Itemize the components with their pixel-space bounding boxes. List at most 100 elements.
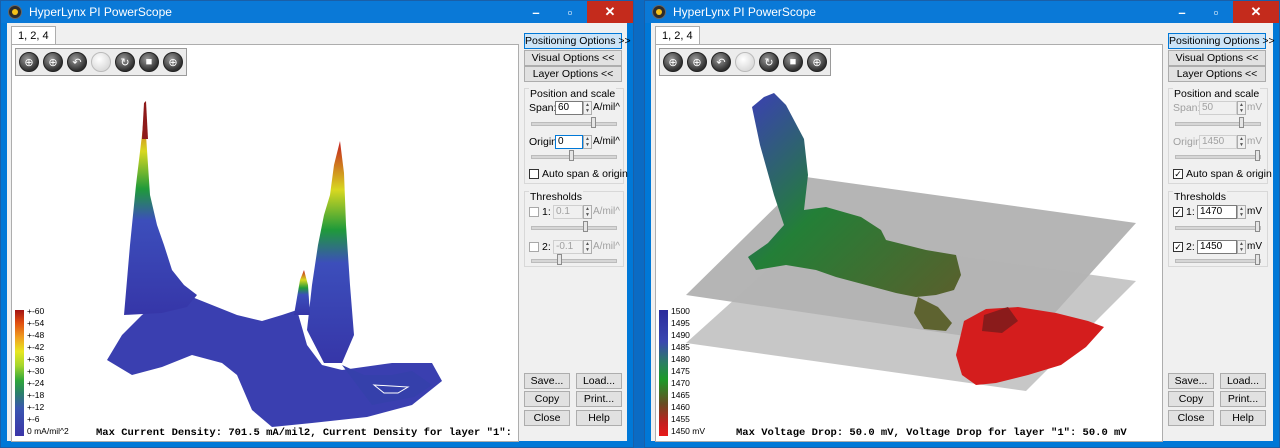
- threshold2-input[interactable]: 1450: [1197, 240, 1237, 254]
- threshold2-checkbox[interactable]: ✓: [1173, 242, 1183, 252]
- origin-spinner[interactable]: ▲ ▼: [583, 135, 592, 149]
- close-window-button[interactable]: ✕: [1233, 1, 1279, 23]
- zoom-icon[interactable]: ⊕: [663, 52, 683, 72]
- slider-thumb[interactable]: [1255, 150, 1260, 161]
- options-panel: Positioning Options >> Visual Options <<…: [1168, 23, 1275, 443]
- blank-tool-icon[interactable]: [735, 52, 755, 72]
- threshold1-slider[interactable]: [1175, 221, 1261, 232]
- close-button[interactable]: Close: [1168, 410, 1214, 426]
- help-button[interactable]: Help: [1220, 410, 1266, 426]
- tab-layers[interactable]: 1, 2, 4: [11, 26, 56, 45]
- close-button[interactable]: Close: [524, 410, 570, 426]
- threshold1-spinner[interactable]: ▲ ▼: [1237, 205, 1246, 219]
- rotate-icon[interactable]: ↶: [67, 52, 87, 72]
- legend-label: +-60: [27, 306, 45, 316]
- threshold2-slider[interactable]: [1175, 254, 1261, 265]
- span-slider[interactable]: [1175, 117, 1261, 128]
- help-button[interactable]: Help: [576, 410, 622, 426]
- slider-thumb[interactable]: [1255, 221, 1260, 232]
- threshold1-checkbox[interactable]: ✓: [1173, 207, 1183, 217]
- close-window-button[interactable]: ✕: [587, 1, 633, 23]
- stop-icon[interactable]: ■: [783, 52, 803, 72]
- slider-thumb[interactable]: [569, 150, 574, 161]
- positioning-options-button[interactable]: Positioning Options >>: [1168, 33, 1275, 49]
- surface-peak-left: [124, 105, 197, 315]
- span-input[interactable]: 60: [555, 101, 583, 115]
- rotate-icon[interactable]: ↶: [711, 52, 731, 72]
- pan-icon[interactable]: ⊕: [43, 52, 63, 72]
- origin-spinner[interactable]: ▲ ▼: [1237, 135, 1246, 149]
- save-button[interactable]: Save...: [1168, 373, 1214, 389]
- stop-icon[interactable]: ■: [139, 52, 159, 72]
- threshold1-unit: mV: [1247, 206, 1262, 217]
- span-input[interactable]: 50: [1199, 101, 1237, 115]
- threshold1-input[interactable]: 1470: [1197, 205, 1237, 219]
- options-panel: Positioning Options >> Visual Options <<…: [524, 23, 631, 443]
- save-button[interactable]: Save...: [524, 373, 570, 389]
- load-button[interactable]: Load...: [576, 373, 622, 389]
- fit-icon[interactable]: ⊕: [807, 52, 827, 72]
- positioning-options-button[interactable]: Positioning Options >>: [524, 33, 631, 49]
- copy-button[interactable]: Copy: [1168, 391, 1214, 407]
- legend-label: 1455: [671, 414, 690, 424]
- title-bar[interactable]: HyperLynx PI PowerScope – ▫ ✕: [1, 1, 633, 23]
- pan-icon[interactable]: ⊕: [687, 52, 707, 72]
- threshold1-checkbox[interactable]: [529, 207, 539, 217]
- threshold1-input[interactable]: 0.1: [553, 205, 583, 219]
- layer-options-button[interactable]: Layer Options <<: [1168, 66, 1266, 82]
- print-button[interactable]: Print...: [1220, 391, 1266, 407]
- origin-input[interactable]: 0: [555, 135, 583, 149]
- legend-label: +-42: [27, 342, 45, 352]
- title-bar[interactable]: HyperLynx PI PowerScope – ▫ ✕: [645, 1, 1279, 23]
- legend-label: 1465: [671, 390, 690, 400]
- reset-view-icon[interactable]: ↻: [115, 52, 135, 72]
- blank-tool-icon[interactable]: [91, 52, 111, 72]
- surface-base: [107, 295, 442, 427]
- origin-unit: mV: [1247, 136, 1262, 147]
- span-spinner[interactable]: ▲ ▼: [1237, 101, 1246, 115]
- copy-button[interactable]: Copy: [524, 391, 570, 407]
- reset-view-icon[interactable]: ↻: [759, 52, 779, 72]
- origin-slider[interactable]: [531, 150, 617, 161]
- origin-input[interactable]: 1450: [1199, 135, 1237, 149]
- group-title: Thresholds: [1173, 191, 1227, 203]
- threshold2-input[interactable]: -0.1: [553, 240, 583, 254]
- threshold1-spinner[interactable]: ▲ ▼: [583, 205, 592, 219]
- threshold2-checkbox[interactable]: [529, 242, 539, 252]
- visual-options-button[interactable]: Visual Options <<: [524, 50, 622, 66]
- maximize-button[interactable]: ▫: [553, 1, 587, 23]
- slider-thumb[interactable]: [1255, 254, 1260, 265]
- span-slider[interactable]: [531, 117, 617, 128]
- legend-label: +-36: [27, 354, 45, 364]
- threshold2-slider[interactable]: [531, 254, 617, 265]
- visual-options-button[interactable]: Visual Options <<: [1168, 50, 1266, 66]
- minimize-button[interactable]: –: [519, 1, 553, 23]
- slider-thumb[interactable]: [1239, 117, 1244, 128]
- maximize-button[interactable]: ▫: [1199, 1, 1233, 23]
- auto-span-checkbox[interactable]: ✓: [1173, 169, 1183, 179]
- origin-slider[interactable]: [1175, 150, 1261, 161]
- threshold2-spinner[interactable]: ▲ ▼: [1237, 240, 1246, 254]
- minimize-button[interactable]: –: [1165, 1, 1199, 23]
- tab-layers[interactable]: 1, 2, 4: [655, 26, 700, 45]
- slider-thumb[interactable]: [591, 117, 596, 128]
- auto-span-checkbox[interactable]: [529, 169, 539, 179]
- plot-canvas[interactable]: ⊕ ⊕ ↶ ↻ ■ ⊕ +-60 +-54 +-48 +-42 +-36 +-3…: [11, 44, 519, 442]
- layer-options-button[interactable]: Layer Options <<: [524, 66, 622, 82]
- origin-unit: A/mil^: [593, 136, 620, 147]
- slider-thumb[interactable]: [557, 254, 562, 265]
- threshold1-slider[interactable]: [531, 221, 617, 232]
- powerscope-window-left: HyperLynx PI PowerScope – ▫ ✕ 1, 2, 4 ⊕ …: [0, 0, 634, 448]
- status-text: Max Voltage Drop: 50.0 mV, Voltage Drop …: [736, 427, 1127, 439]
- threshold2-spinner[interactable]: ▲ ▼: [583, 240, 592, 254]
- print-button[interactable]: Print...: [576, 391, 622, 407]
- fit-icon[interactable]: ⊕: [163, 52, 183, 72]
- status-text: Max Current Density: 701.5 mA/mil2, Curr…: [96, 427, 519, 439]
- load-button[interactable]: Load...: [1220, 373, 1266, 389]
- slider-thumb[interactable]: [583, 221, 588, 232]
- zoom-icon[interactable]: ⊕: [19, 52, 39, 72]
- span-spinner[interactable]: ▲ ▼: [583, 101, 592, 115]
- plot-canvas[interactable]: ⊕ ⊕ ↶ ↻ ■ ⊕ 1500 1495 1490 1485 1480 147…: [655, 44, 1163, 442]
- view-toolbar: ⊕ ⊕ ↶ ↻ ■ ⊕: [15, 48, 187, 76]
- thresholds-group: Thresholds ✓ 1: 1470 ▲ ▼ mV ✓ 2: 1450 ▲ ▼ …: [1168, 191, 1268, 267]
